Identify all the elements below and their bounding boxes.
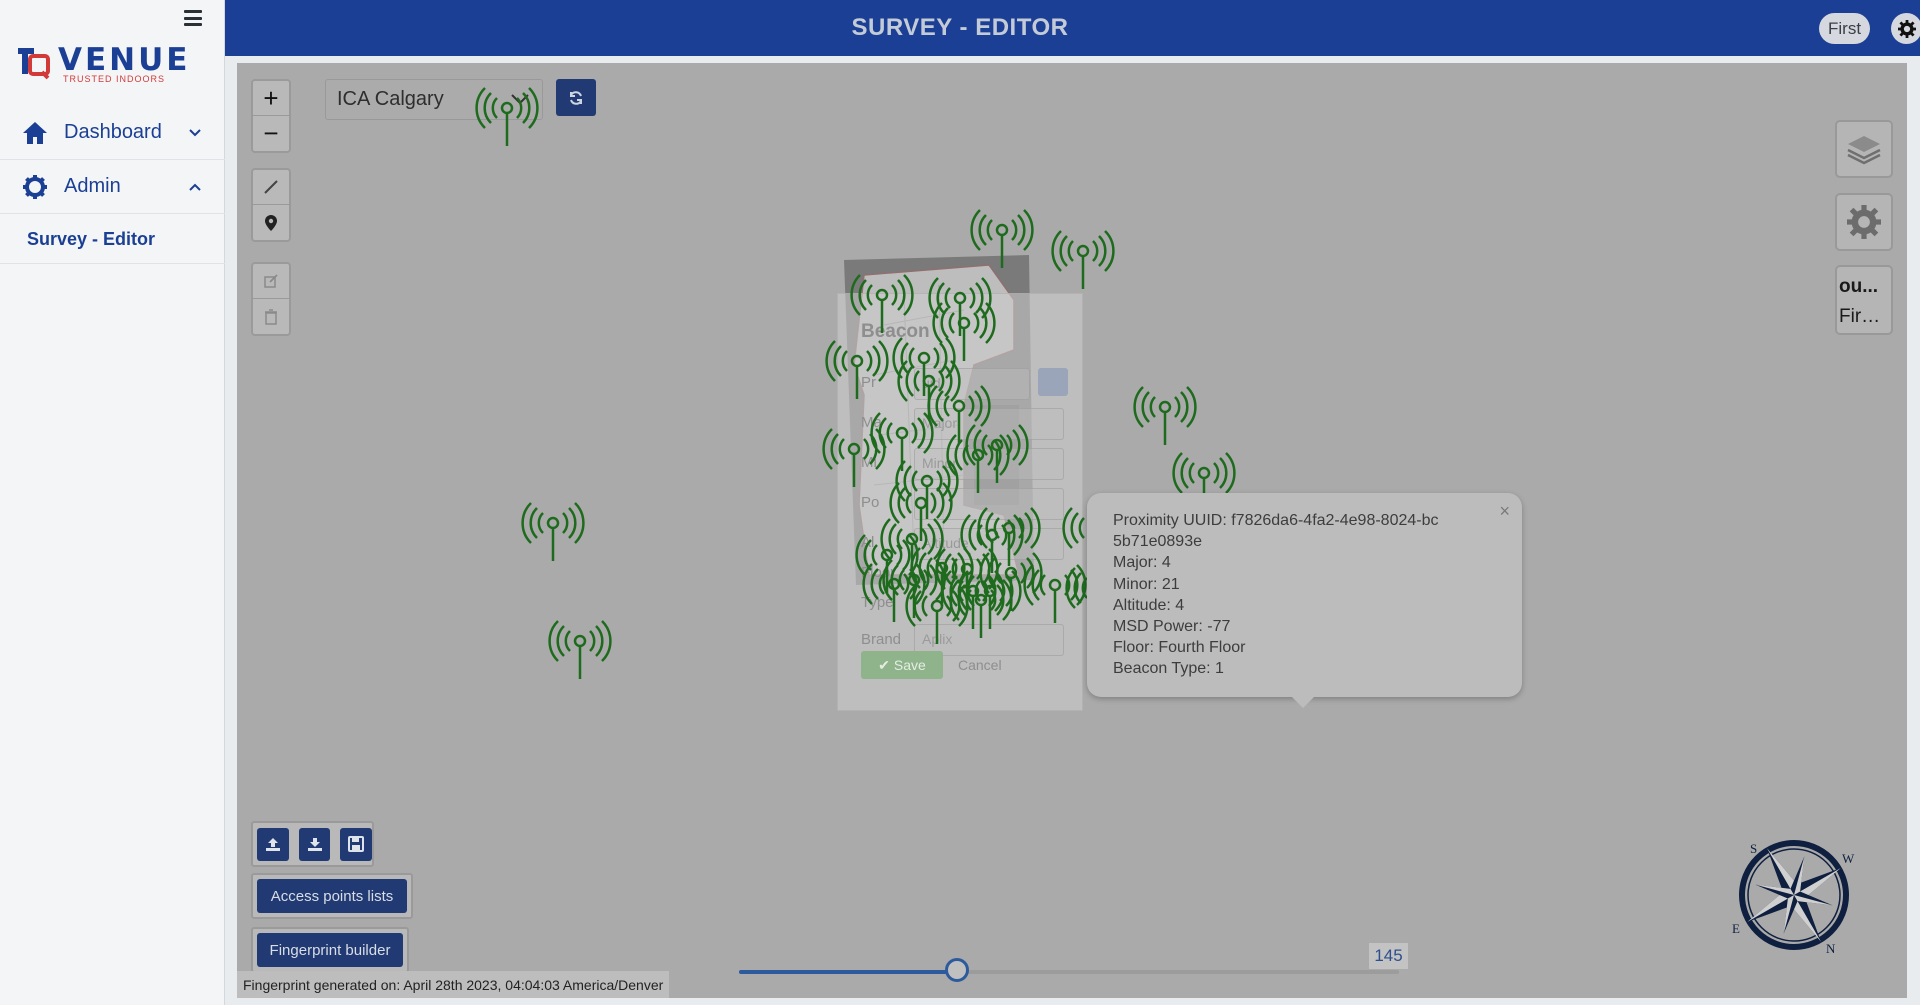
- cancel-button[interactable]: Cancel: [958, 651, 1014, 679]
- sidebar-item-admin[interactable]: Admin: [0, 160, 225, 214]
- compass-letter: N: [1826, 941, 1836, 956]
- time-slider-fill: [739, 970, 957, 974]
- home-icon: [20, 118, 50, 148]
- zoom-in-button[interactable]: +: [253, 81, 289, 116]
- draw-line-button[interactable]: [253, 170, 289, 205]
- map-pin-icon: [265, 214, 277, 231]
- beacon-marker-icon[interactable]: [905, 584, 969, 646]
- beacon-marker-icon[interactable]: [548, 619, 612, 681]
- compass-letter: W: [1842, 851, 1855, 866]
- sidebar-item-dashboard[interactable]: Dashboard: [0, 106, 225, 160]
- popup-uuid: Proximity UUID: f7826da6-4fa2-4e98-8024-…: [1113, 512, 1439, 551]
- fingerprint-status-text: Fingerprint generated on: April 28th 202…: [237, 971, 670, 998]
- fingerprint-builder-wrap: Fingerprint builder: [251, 927, 409, 973]
- sidebar-item-label: Dashboard: [64, 121, 162, 143]
- draw-toolbar: [251, 168, 291, 242]
- page-title: SURVEY - EDITOR: [851, 14, 1069, 41]
- download-button[interactable]: [298, 827, 331, 861]
- top-header: SURVEY - EDITOR First: [225, 0, 1920, 56]
- beacon-marker-icon[interactable]: [850, 273, 914, 335]
- popup-floor: Floor: Fourth Floor: [1113, 639, 1246, 657]
- edit-layers-button[interactable]: [253, 264, 289, 299]
- chevron-up-icon: [189, 183, 201, 191]
- site-select-value: ICA Calgary: [337, 88, 444, 110]
- popup-tip: [1292, 697, 1314, 708]
- logo-tagline: TRUSTED INDOORS: [63, 74, 166, 84]
- beacon-marker-icon[interactable]: [825, 339, 889, 401]
- save-button-label: Save: [893, 657, 926, 673]
- beacon-marker-icon[interactable]: [1051, 229, 1115, 291]
- popup-close-button[interactable]: ×: [1499, 501, 1510, 522]
- field-label: Brand: [861, 631, 902, 648]
- compass-letter: E: [1732, 921, 1740, 936]
- edit-toolbar: [251, 262, 291, 336]
- gear-icon: [20, 172, 50, 202]
- beacon-marker-icon[interactable]: [521, 501, 585, 563]
- upload-button[interactable]: [257, 827, 289, 861]
- beacon-marker-icon[interactable]: [1133, 385, 1197, 447]
- layers-button[interactable]: [1835, 120, 1893, 178]
- map-settings-button[interactable]: [1835, 193, 1893, 251]
- field-label: Po: [861, 494, 880, 511]
- popup-major: Major: 4: [1113, 554, 1171, 572]
- popup-power: MSD Power: -77: [1113, 618, 1231, 636]
- sidebar-item-label: Admin: [64, 175, 121, 197]
- refresh-button[interactable]: [556, 79, 596, 116]
- floor-selector-building: ou...: [1839, 276, 1879, 297]
- trash-icon: [265, 308, 277, 325]
- beacon-marker-icon[interactable]: [475, 86, 539, 148]
- compass-letter: S: [1750, 841, 1757, 856]
- time-slider-value: 145: [1369, 943, 1408, 969]
- upload-icon: [265, 838, 280, 851]
- settings-gear-button[interactable]: [1891, 13, 1920, 44]
- popup-minor: Minor: 21: [1113, 575, 1180, 593]
- user-menu-button[interactable]: First: [1819, 13, 1871, 44]
- access-points-wrap: Access points lists: [251, 873, 413, 919]
- save-file-button[interactable]: [340, 827, 373, 861]
- floor-selector-floor: First...: [1839, 306, 1889, 327]
- file-toolbar: [251, 821, 374, 867]
- fingerprint-builder-button[interactable]: Fingerprint builder: [257, 933, 403, 967]
- check-icon: ✔: [878, 656, 890, 673]
- compass-rose-icon: S W E N: [1732, 840, 1855, 956]
- venue-logo: VENUE TRUSTED INDOORS: [14, 38, 204, 88]
- beacon-info-popup: × Proximity UUID: f7826da6-4fa2-4e98-802…: [1087, 493, 1522, 708]
- logo-mark-icon: [18, 48, 50, 80]
- hamburger-menu-icon[interactable]: [183, 8, 203, 28]
- sidebar: VENUE TRUSTED INDOORS Dashboard Admin Su…: [0, 0, 225, 1005]
- sidebar-item-survey-editor[interactable]: Survey - Editor: [0, 216, 225, 264]
- uuid-refresh-button[interactable]: [1038, 368, 1068, 396]
- time-slider-track[interactable]: [739, 970, 1399, 974]
- beacon-marker-icon[interactable]: [970, 208, 1034, 270]
- layers-icon: [1847, 136, 1881, 165]
- popup-altitude: Altitude: 4: [1113, 596, 1185, 614]
- access-points-button[interactable]: Access points lists: [257, 879, 407, 913]
- edit-icon: [264, 274, 278, 288]
- refresh-icon: [570, 90, 582, 105]
- floppy-disk-icon: [348, 836, 365, 852]
- floor-selector[interactable]: ou... First...: [1835, 265, 1893, 335]
- beacon-marker-icon[interactable]: [1023, 563, 1087, 625]
- delete-layers-button[interactable]: [253, 299, 289, 334]
- zoom-control: + −: [251, 79, 291, 153]
- chevron-down-icon: [189, 129, 201, 137]
- download-icon: [307, 838, 322, 851]
- gear-icon: [1897, 19, 1916, 38]
- gear-icon: [1847, 205, 1881, 239]
- popup-beacon-type: Beacon Type: 1: [1113, 660, 1224, 678]
- map-canvas[interactable]: + − ICA Calgary ou... First... Beacon Pr…: [237, 63, 1907, 998]
- time-slider-thumb[interactable]: [944, 958, 969, 982]
- draw-marker-button[interactable]: [253, 205, 289, 240]
- draw-line-icon: [264, 180, 278, 194]
- zoom-out-button[interactable]: −: [253, 116, 289, 151]
- save-button[interactable]: ✔ Save: [861, 651, 943, 679]
- beacon-marker-icon[interactable]: [822, 427, 886, 489]
- logo-wordmark: VENUE: [58, 42, 191, 78]
